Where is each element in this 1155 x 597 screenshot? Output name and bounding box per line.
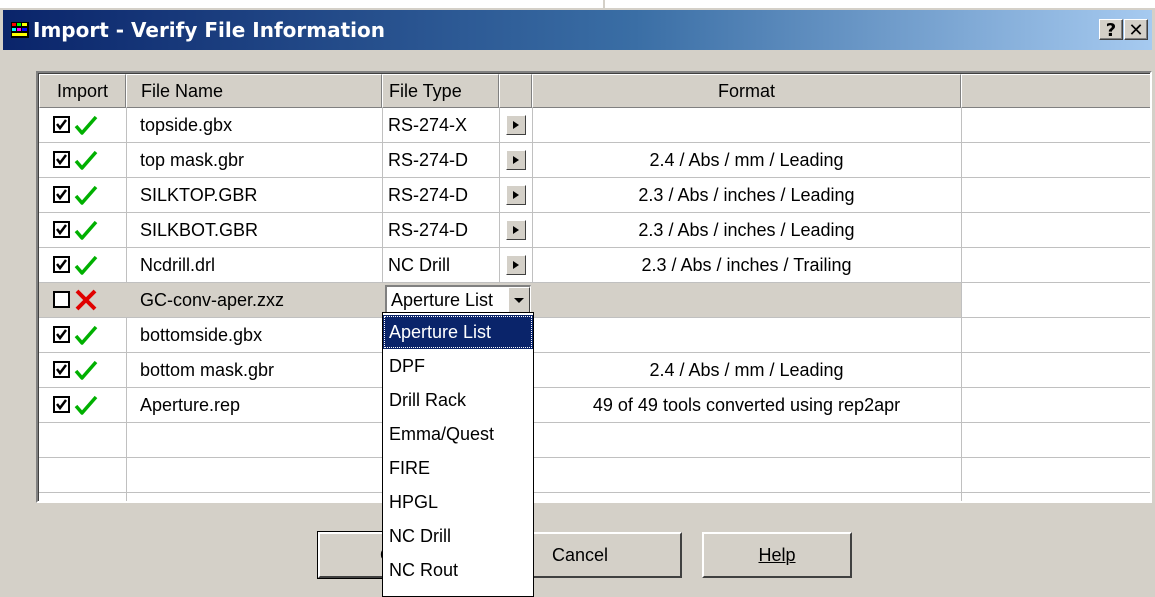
- triangle-icon: [513, 191, 519, 199]
- format-cell: 2.3 / Abs / inches / Leading: [638, 185, 855, 205]
- header-extra: [961, 74, 1150, 108]
- combo-value: Aperture List: [391, 290, 494, 310]
- file-type-cell: NC Drill: [388, 255, 450, 275]
- format-cell: 2.4 / Abs / mm / Leading: [649, 150, 844, 170]
- import-checkbox[interactable]: [53, 396, 70, 413]
- import-checkbox[interactable]: [53, 186, 70, 203]
- help-button-label: Help: [758, 545, 796, 565]
- header-file-name[interactable]: File Name: [126, 74, 382, 108]
- grid-row-line: [39, 492, 1150, 493]
- file-type-picker-button[interactable]: [506, 150, 526, 170]
- file-name-cell: GC-conv-aper.zxz: [140, 290, 285, 310]
- header-format[interactable]: Format: [532, 74, 961, 108]
- file-type-picker-button[interactable]: [506, 220, 526, 240]
- file-type-cell: RS-274-X: [388, 115, 468, 135]
- table-row[interactable]: Aperture.rep 49 of 49 tools converted usi…: [39, 388, 1150, 422]
- dropdown-option[interactable]: HPGL: [383, 485, 533, 519]
- file-type-dropdown-list[interactable]: Aperture List DPF Drill Rack Emma/Quest FIRE…: [382, 312, 534, 597]
- grid-row-line: [39, 422, 1150, 423]
- format-cell: 2.4 / Abs / mm / Leading: [649, 360, 844, 380]
- checkmark-icon: [56, 364, 67, 376]
- table-row[interactable]: bottomside.gbx: [39, 318, 1150, 352]
- checkmark-icon: [56, 119, 67, 131]
- table-row[interactable]: bottom mask.gbr 2.4 / Abs / mm / Leading: [39, 353, 1150, 387]
- green-check-icon: [74, 220, 98, 240]
- file-name-cell: top mask.gbr: [140, 150, 245, 170]
- dropdown-option[interactable]: NC Drill: [383, 519, 533, 553]
- file-type-cell: RS-274-D: [388, 150, 469, 170]
- format-cell: 49 of 49 tools converted using rep2apr: [592, 395, 901, 415]
- header-import[interactable]: Import: [39, 74, 126, 108]
- table-row[interactable]: topside.gbx RS-274-X: [39, 108, 1150, 142]
- top-strip: [0, 0, 1155, 8]
- chevron-down-icon: [514, 298, 524, 303]
- format-cell: 2.3 / Abs / inches / Trailing: [641, 255, 852, 275]
- combo-dropdown-button[interactable]: [508, 287, 530, 313]
- triangle-icon: [513, 261, 519, 269]
- triangle-icon: [513, 226, 519, 234]
- green-check-icon: [74, 255, 98, 275]
- file-name-cell: Ncdrill.drl: [140, 255, 216, 275]
- file-type-combo[interactable]: Aperture List: [385, 285, 531, 315]
- cancel-button[interactable]: Cancel: [532, 532, 682, 578]
- file-type-cell: RS-274-D: [388, 220, 469, 240]
- checkmark-icon: [56, 329, 67, 341]
- file-type-cell: RS-274-D: [388, 185, 469, 205]
- file-name-cell: topside.gbx: [140, 115, 233, 135]
- dropdown-option[interactable]: Emma/Quest: [383, 417, 533, 451]
- checkmark-icon: [56, 259, 67, 271]
- close-button[interactable]: ✕: [1124, 19, 1148, 41]
- dropdown-option[interactable]: Aperture List: [383, 315, 533, 349]
- file-type-picker-button[interactable]: [506, 255, 526, 275]
- help-title-button[interactable]: ?: [1099, 19, 1123, 41]
- green-check-icon: [74, 115, 98, 135]
- dropdown-option[interactable]: Drill Rack: [383, 383, 533, 417]
- table-row[interactable]: top mask.gbr RS-274-D 2.4 / Abs / mm / Lea…: [39, 143, 1150, 177]
- file-name-cell: Aperture.rep: [140, 395, 241, 415]
- file-name-cell: SILKBOT.GBR: [140, 220, 259, 240]
- header-type-button[interactable]: [499, 74, 532, 108]
- format-cell: 2.3 / Abs / inches / Leading: [638, 220, 855, 240]
- green-check-icon: [74, 395, 98, 415]
- dropdown-option[interactable]: NC Rout: [383, 553, 533, 587]
- green-check-icon: [74, 185, 98, 205]
- checkmark-icon: [56, 224, 67, 236]
- triangle-icon: [513, 156, 519, 164]
- dropdown-option[interactable]: RS-274-D: [383, 587, 533, 596]
- import-checkbox[interactable]: [53, 326, 70, 343]
- dropdown-option[interactable]: FIRE: [383, 451, 533, 485]
- table-row[interactable]: SILKTOP.GBR RS-274-D 2.3 / Abs / inches / …: [39, 178, 1150, 212]
- file-name-cell: bottomside.gbx: [140, 325, 263, 345]
- table-row[interactable]: Ncdrill.drl NC Drill 2.3 / Abs / inches / …: [39, 248, 1150, 282]
- grid-row-line: [39, 457, 1150, 458]
- file-type-picker-button[interactable]: [506, 115, 526, 135]
- import-checkbox[interactable]: [53, 256, 70, 273]
- green-check-icon: [74, 360, 98, 380]
- app-icon: [11, 22, 29, 38]
- dropdown-option[interactable]: DPF: [383, 349, 533, 383]
- checkmark-icon: [56, 154, 67, 166]
- import-checkbox[interactable]: [53, 361, 70, 378]
- checkmark-icon: [56, 189, 67, 201]
- file-name-cell: bottom mask.gbr: [140, 360, 275, 380]
- green-check-icon: [74, 325, 98, 345]
- triangle-icon: [513, 121, 519, 129]
- help-button[interactable]: Help: [702, 532, 852, 578]
- import-dialog: Import - Verify File Information ? ✕ Imp…: [0, 8, 1155, 597]
- import-checkbox[interactable]: [53, 151, 70, 168]
- green-check-icon: [74, 150, 98, 170]
- import-checkbox[interactable]: [53, 116, 70, 133]
- title-bar: Import - Verify File Information ? ✕: [3, 10, 1152, 50]
- header-file-type[interactable]: File Type: [382, 74, 499, 108]
- file-name-cell: SILKTOP.GBR: [140, 185, 258, 205]
- file-grid: Import File Name File Type Format topsid…: [36, 71, 1152, 503]
- file-type-picker-button[interactable]: [506, 185, 526, 205]
- import-checkbox[interactable]: [53, 291, 70, 308]
- window-title: Import - Verify File Information: [33, 18, 385, 42]
- import-checkbox[interactable]: [53, 221, 70, 238]
- red-x-icon: [75, 289, 97, 311]
- checkmark-icon: [56, 399, 67, 411]
- table-row[interactable]: SILKBOT.GBR RS-274-D 2.3 / Abs / inches / …: [39, 213, 1150, 247]
